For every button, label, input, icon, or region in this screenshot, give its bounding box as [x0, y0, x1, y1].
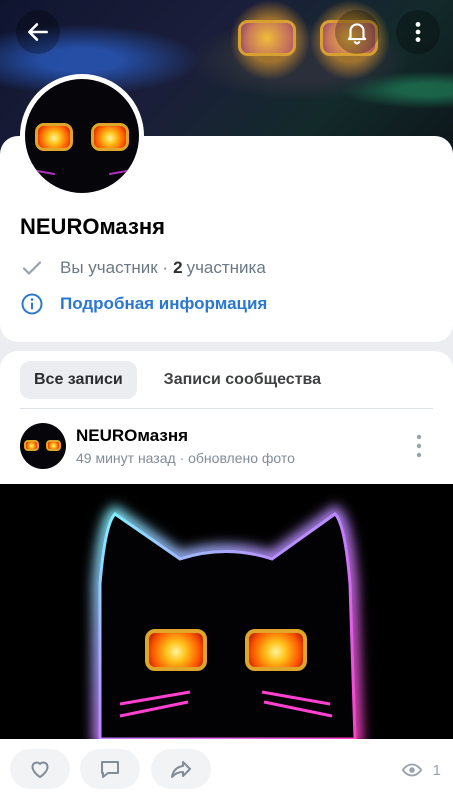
post-actions: 1: [0, 739, 453, 800]
avatar-image: [25, 79, 139, 193]
like-button[interactable]: [10, 749, 70, 789]
arrow-left-icon: [28, 23, 48, 41]
checkmark-icon: [22, 261, 42, 275]
share-icon: [171, 761, 191, 778]
views-count: 1: [432, 761, 441, 779]
heart-icon: [31, 761, 49, 778]
cover-glasses-left: [238, 20, 296, 56]
community-avatar[interactable]: [20, 74, 144, 198]
views-counter: 1: [401, 759, 441, 781]
post-meta: 49 минут назад · обновлено фото: [76, 450, 295, 466]
member-count: 2: [173, 258, 183, 277]
membership-row[interactable]: Вы участник · 2 участника: [20, 256, 266, 280]
info-icon: [21, 293, 43, 315]
neon-cat-illustration: [93, 504, 363, 739]
eye-icon: [401, 763, 422, 777]
notifications-button[interactable]: [335, 10, 379, 54]
bell-icon: [347, 23, 367, 45]
more-options-button[interactable]: [396, 10, 440, 54]
comment-icon: [101, 761, 119, 778]
more-vertical-icon: [415, 22, 421, 42]
share-button[interactable]: [151, 749, 211, 789]
post-header: NEUROмазня 49 минут назад · обновлено фо…: [20, 423, 433, 471]
comment-button[interactable]: [80, 749, 140, 789]
detailed-info-link[interactable]: Подробная информация: [20, 292, 267, 316]
back-button[interactable]: [16, 10, 60, 54]
membership-status: Вы участник ·: [60, 258, 169, 277]
member-label: участника: [186, 258, 266, 277]
tab-all-posts[interactable]: Все записи: [20, 361, 137, 399]
post-author-avatar[interactable]: [20, 423, 66, 469]
wall-feed: Все записи Записи сообщества NEUROмазня …: [0, 351, 453, 800]
tabs-divider: [20, 408, 433, 409]
detailed-info-label: Подробная информация: [60, 294, 268, 313]
post-photo[interactable]: [0, 484, 453, 739]
wall-tabs: Все записи Записи сообщества: [20, 361, 335, 399]
post-more-icon[interactable]: [411, 433, 427, 459]
community-name: NEUROмазня: [20, 214, 165, 239]
post-author-name[interactable]: NEUROмазня: [76, 426, 188, 446]
tab-community-posts[interactable]: Записи сообщества: [150, 361, 335, 399]
